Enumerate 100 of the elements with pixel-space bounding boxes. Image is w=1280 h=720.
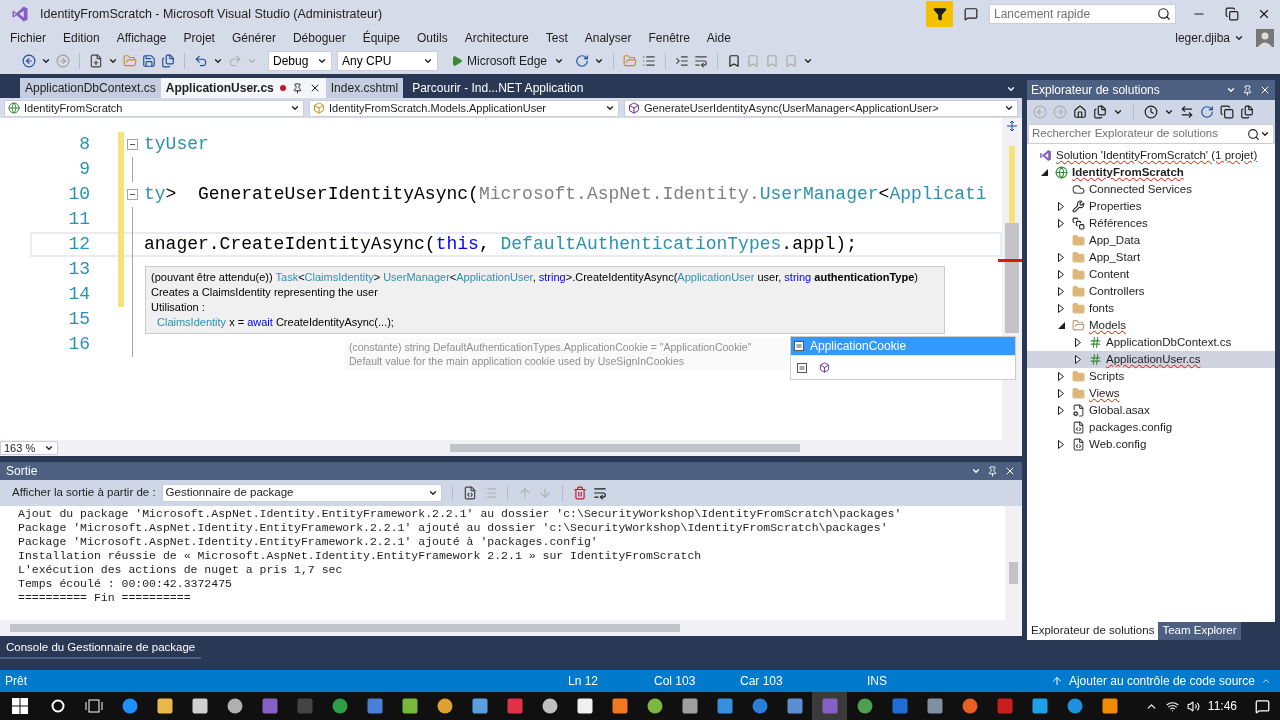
sync-icon[interactable]: [1180, 105, 1194, 119]
quick-launch-input[interactable]: Lancement rapide: [994, 5, 1157, 23]
project-dropdown[interactable]: IdentityFromScratch: [4, 99, 304, 117]
expand-arrow-icon[interactable]: [1075, 355, 1081, 364]
caret-icon[interactable]: [44, 443, 54, 453]
tree-item[interactable]: Views: [1027, 385, 1275, 402]
tree-item[interactable]: ApplicationUser.cs: [1027, 351, 1275, 368]
tree-item[interactable]: packages.config: [1027, 419, 1275, 436]
app-icon[interactable]: [646, 698, 663, 714]
panel-tab[interactable]: Team Explorer: [1158, 622, 1241, 640]
caret-icon[interactable]: [1164, 107, 1174, 117]
close-icon[interactable]: [1004, 465, 1016, 477]
panel-tab[interactable]: Console du Gestionnaire de package: [0, 639, 202, 659]
app-icon[interactable]: [226, 698, 243, 714]
tree-item[interactable]: Scripts: [1027, 368, 1275, 385]
go-to-location-icon[interactable]: [462, 486, 477, 500]
scrollbar-thumb[interactable]: [10, 624, 680, 632]
caret-icon[interactable]: [971, 466, 981, 476]
caret-icon[interactable]: [1260, 129, 1270, 139]
clock-time[interactable]: 11:46: [1207, 697, 1237, 715]
search-icon[interactable]: [51, 699, 65, 713]
tree-item[interactable]: App_Data: [1027, 232, 1275, 249]
notification-filter-button[interactable]: [926, 1, 953, 27]
fold-icon[interactable]: [127, 139, 138, 150]
user-name[interactable]: leger.djiba: [1175, 28, 1230, 47]
document-tab[interactable]: ApplicationUser.cs: [160, 78, 326, 98]
expand-arrow-icon[interactable]: [1058, 202, 1064, 211]
clear-all-icon[interactable]: [572, 486, 587, 500]
home-icon[interactable]: [1073, 105, 1087, 119]
close-icon[interactable]: [1257, 7, 1271, 21]
app-icon[interactable]: [681, 698, 698, 714]
menu-item[interactable]: Test: [545, 28, 568, 47]
menu-item[interactable]: Analyser: [584, 28, 632, 47]
expand-arrow-icon[interactable]: [1058, 406, 1064, 415]
tree-item[interactable]: Content: [1027, 266, 1275, 283]
platform-dropdown[interactable]: Any CPU: [337, 50, 438, 71]
pin-icon[interactable]: [291, 82, 303, 94]
refresh-icon[interactable]: [1200, 105, 1214, 119]
notification-icon[interactable]: [1255, 698, 1270, 714]
collapse-arrow-icon[interactable]: [1040, 169, 1048, 176]
type-dropdown[interactable]: IdentityFromScratch.Models.ApplicationUser: [309, 99, 619, 117]
search-icon[interactable]: [1247, 127, 1260, 141]
list-icon[interactable]: [642, 53, 657, 68]
solution-search-field[interactable]: Rechercher Explorateur de solutions: [1028, 124, 1274, 144]
expand-arrow-icon[interactable]: [1058, 389, 1064, 398]
fold-icon[interactable]: [127, 189, 138, 200]
document-tab[interactable]: ApplicationDbContext.cs: [20, 78, 161, 98]
scrollbar-thumb[interactable]: [450, 444, 800, 452]
document-tab[interactable]: Index.cshtml: [325, 78, 404, 98]
app-icon[interactable]: [156, 698, 173, 714]
tree-item[interactable]: Controllers: [1027, 283, 1275, 300]
app-icon[interactable]: [436, 698, 453, 714]
task-view-icon[interactable]: [85, 699, 103, 713]
menu-item[interactable]: Fichier: [10, 28, 46, 47]
menu-item[interactable]: Affichage: [116, 28, 167, 47]
close-icon[interactable]: [1259, 84, 1271, 96]
menu-item[interactable]: Architecture: [464, 28, 529, 47]
member-dropdown[interactable]: GenerateUserIdentityAsync(UserManager<ApplicationUser>: [624, 99, 1018, 117]
splitter-icon[interactable]: [1006, 120, 1018, 132]
app-icon[interactable]: [576, 698, 593, 714]
solution-search-input[interactable]: Rechercher Explorateur de solutions: [1032, 125, 1247, 143]
tree-item[interactable]: fonts: [1027, 300, 1275, 317]
bookmark-icon[interactable]: [727, 53, 742, 68]
scrollbar-thumb[interactable]: [1009, 562, 1018, 584]
pin-icon[interactable]: [1242, 84, 1253, 96]
indent-icon[interactable]: [675, 53, 690, 68]
tree-item[interactable]: IdentityFromScratch: [1027, 164, 1275, 181]
configuration-dropdown[interactable]: Debug: [268, 50, 332, 71]
back-icon[interactable]: [22, 53, 36, 68]
menu-item[interactable]: Équipe: [362, 28, 401, 47]
app-icon[interactable]: [926, 698, 943, 714]
volume-icon[interactable]: [1186, 699, 1200, 713]
app-icon[interactable]: [401, 698, 418, 714]
expand-arrow-icon[interactable]: [1058, 440, 1064, 449]
quick-launch-field[interactable]: Lancement rapide: [989, 4, 1176, 24]
app-icon[interactable]: [1031, 698, 1048, 714]
method-filter-icon[interactable]: [819, 362, 830, 373]
switch-views-icon[interactable]: [1093, 105, 1107, 119]
new-file-icon[interactable]: [89, 53, 103, 68]
undo-icon[interactable]: [194, 53, 208, 68]
menu-item[interactable]: Fenêtre: [648, 28, 690, 47]
search-icon[interactable]: [1157, 7, 1171, 21]
caret-icon[interactable]: [605, 103, 615, 113]
avatar-icon[interactable]: [1256, 28, 1274, 47]
app-icon[interactable]: [541, 698, 558, 714]
pin-icon[interactable]: [987, 465, 998, 477]
tree-item[interactable]: Global.asax: [1027, 402, 1275, 419]
vertical-scrollbar[interactable]: [1005, 506, 1022, 620]
app-icon[interactable]: [1101, 698, 1118, 714]
scrollbar-thumb[interactable]: [1005, 223, 1019, 333]
panel-tab[interactable]: Explorateur de solutions: [1027, 622, 1159, 640]
tree-item[interactable]: App_Start: [1027, 249, 1275, 266]
tree-item[interactable]: Références: [1027, 215, 1275, 232]
app-icon[interactable]: [856, 698, 873, 714]
menu-item[interactable]: Générer: [231, 28, 276, 47]
expand-arrow-icon[interactable]: [1058, 304, 1064, 313]
source-control-button[interactable]: Ajouter au contrôle de code source: [1050, 672, 1275, 690]
save-icon[interactable]: [142, 53, 156, 68]
caret-icon[interactable]: [1226, 85, 1236, 95]
expand-arrow-icon[interactable]: [1058, 287, 1064, 296]
